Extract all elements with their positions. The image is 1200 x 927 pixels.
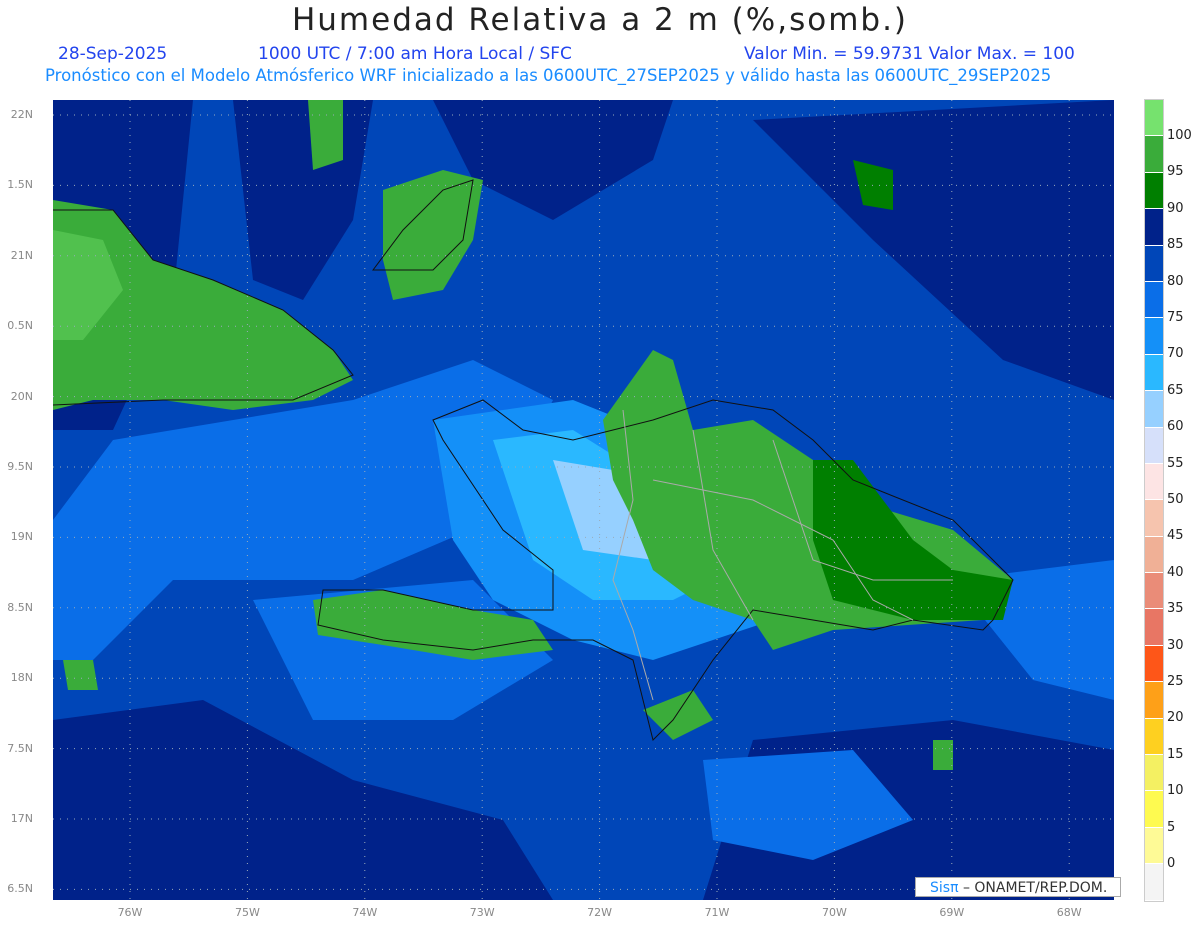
lat-label: 0.5N [7, 319, 33, 333]
lon-label: 73W [469, 906, 495, 919]
colorbar-segment [1145, 245, 1163, 282]
min-max-values: Valor Min. = 59.9731 Valor Max. = 100 [744, 44, 1075, 64]
lat-label: 9.5N [7, 460, 33, 473]
humidity-map [53, 100, 1114, 900]
colorbar-segment [1145, 864, 1163, 901]
colorbar-segment [1145, 463, 1163, 501]
lat-label: 8.5N [7, 600, 33, 614]
lat-label: 1.5N [7, 178, 33, 192]
colorbar-segment [1145, 318, 1163, 355]
colorbar-label: 90 [1167, 200, 1184, 216]
credit-text: – ONAMET/REP.DOM. [962, 880, 1108, 896]
colorbar-label: 85 [1167, 237, 1184, 253]
lat-label: 17N [10, 812, 33, 825]
lon-label: 69W [939, 906, 965, 919]
colorbar-label: 0 [1167, 856, 1176, 871]
colorbar-label: 15 [1167, 746, 1184, 762]
lon-label: 74W [352, 906, 378, 919]
colorbar-label: 60 [1167, 419, 1184, 435]
lat-label: 6.5N [7, 882, 33, 896]
forecast-time: 1000 UTC / 7:00 am Hora Local / SFC [258, 44, 572, 64]
colorbar-label: 95 [1167, 164, 1184, 180]
colorbar-segment [1145, 682, 1163, 719]
colorbar-segment [1145, 500, 1163, 537]
colorbar-label: 55 [1167, 455, 1184, 471]
lat-label: 22N [10, 108, 33, 121]
colorbar-label: 40 [1167, 564, 1184, 580]
colorbar-segment [1145, 427, 1163, 464]
colorbar-label: 10 [1167, 783, 1184, 799]
colorbar-segment [1145, 391, 1163, 428]
colorbar-segment [1145, 718, 1163, 756]
colorbar-segment [1145, 281, 1163, 319]
lon-label: 70W [821, 906, 847, 919]
colorbar-label: 25 [1167, 674, 1184, 689]
colorbar-segment [1145, 645, 1163, 683]
colorbar-segment [1145, 172, 1163, 210]
lat-label: 19N [10, 530, 33, 544]
lon-label: 72W [587, 906, 613, 919]
colorbar-segment [1145, 755, 1163, 792]
colorbar-label: 50 [1167, 492, 1184, 507]
colorbar-label: 75 [1167, 310, 1184, 325]
credit-box: Sisπ – ONAMET/REP.DOM. [915, 877, 1121, 897]
colorbar-label: 45 [1167, 528, 1184, 544]
sispi-logo: Sisπ [930, 880, 959, 896]
chart-title: Humedad Relativa a 2 m (%,somb.) [291, 2, 909, 38]
colorbar-segment [1145, 354, 1163, 392]
lon-label: 71W [704, 906, 730, 919]
colorbar-label: 5 [1167, 819, 1176, 835]
colorbar-segment [1145, 609, 1163, 646]
colorbar-segment [1145, 573, 1163, 610]
lat-label: 20N [10, 389, 33, 403]
colorbar-label: 20 [1167, 710, 1184, 726]
colorbar-segment [1145, 536, 1163, 574]
model-subtitle: Pronóstico con el Modelo Atmósferico WRF… [45, 66, 1052, 85]
forecast-date: 28-Sep-2025 [58, 44, 168, 64]
colorbar-segment [1145, 136, 1163, 173]
colorbar [1144, 99, 1164, 902]
lat-label: 21N [10, 248, 33, 262]
lat-label: 18N [10, 671, 33, 685]
colorbar-label: 80 [1167, 273, 1184, 289]
colorbar-label: 70 [1167, 346, 1184, 362]
colorbar-segment [1145, 791, 1163, 828]
colorbar-segment [1145, 100, 1163, 137]
lon-label: 76W [117, 906, 143, 919]
colorbar-segment [1145, 827, 1163, 865]
colorbar-label: 65 [1167, 382, 1184, 398]
colorbar-segment [1145, 209, 1163, 246]
lon-label: 75W [234, 906, 260, 919]
lat-label: 7.5N [7, 741, 33, 755]
lon-label: 68W [1056, 906, 1082, 919]
colorbar-label: 35 [1167, 601, 1184, 617]
colorbar-label: 100 [1167, 128, 1192, 143]
colorbar-label: 30 [1167, 637, 1184, 653]
